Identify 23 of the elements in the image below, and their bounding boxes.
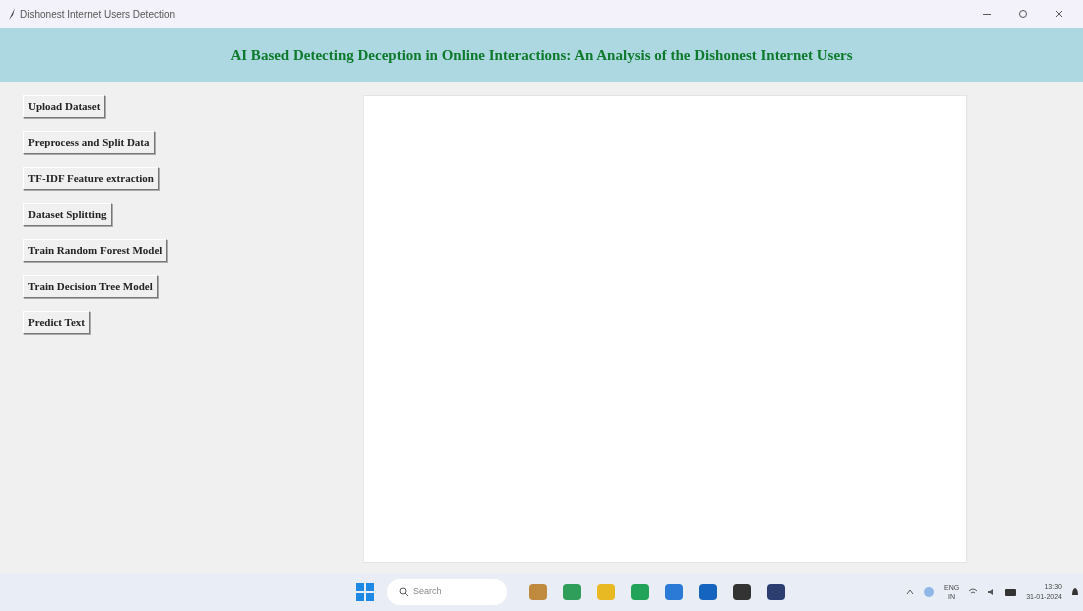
action-button[interactable]: Upload Dataset bbox=[23, 95, 106, 118]
action-button[interactable]: Dataset Splitting bbox=[23, 203, 112, 226]
window-title: Dishonest Internet Users Detection bbox=[20, 7, 176, 22]
taskbar-app-icon[interactable] bbox=[698, 583, 718, 601]
wifi-icon[interactable] bbox=[968, 588, 979, 596]
action-button[interactable]: Train Decision Tree Model bbox=[23, 275, 158, 298]
notification-bell-icon[interactable] bbox=[1071, 587, 1079, 597]
action-button[interactable]: Preprocess and Split Data bbox=[23, 131, 155, 154]
feather-icon bbox=[8, 8, 16, 20]
app-heading: AI Based Detecting Deception in Online Interactions: An Analysis of the Dishonest Internet Users bbox=[230, 45, 853, 65]
close-icon bbox=[1055, 10, 1063, 18]
globe-icon[interactable] bbox=[923, 586, 935, 598]
search-icon bbox=[399, 587, 409, 597]
taskbar-app-icon[interactable] bbox=[732, 583, 752, 601]
taskbar-app-icon[interactable] bbox=[766, 583, 786, 601]
battery-icon[interactable] bbox=[1005, 588, 1018, 596]
windows-start-icon[interactable] bbox=[356, 583, 374, 601]
search-field[interactable]: Search bbox=[387, 579, 507, 605]
action-button[interactable]: TF-IDF Feature extraction bbox=[23, 167, 159, 190]
search-placeholder: Search bbox=[413, 585, 442, 599]
chevron-up-icon[interactable] bbox=[906, 589, 914, 595]
action-button[interactable]: Train Random Forest Model bbox=[23, 239, 168, 262]
action-button[interactable]: Predict Text bbox=[23, 311, 90, 334]
